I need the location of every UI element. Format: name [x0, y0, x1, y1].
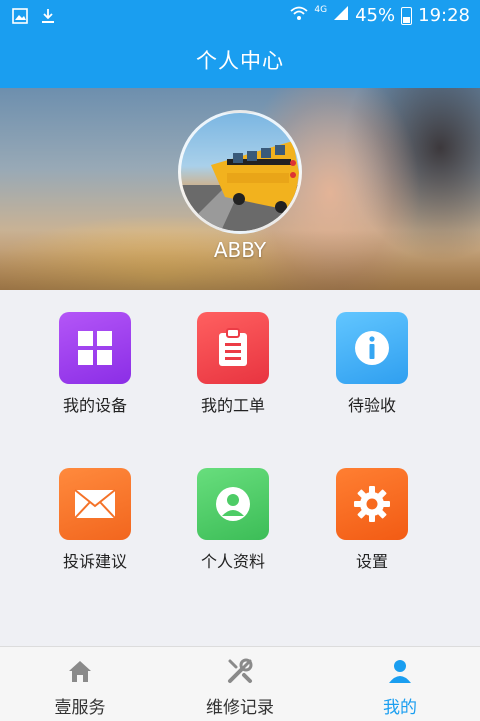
nav-tab-label: 我的: [383, 698, 417, 718]
menu-item-label: 待验收: [347, 396, 396, 415]
nav-tab-repair-records[interactable]: 维修记录: [160, 647, 320, 721]
menu-item-label: 我的工单: [200, 396, 265, 415]
network-type: 4G: [314, 4, 328, 15]
menu-item-my-devices[interactable]: 我的设备: [25, 312, 165, 416]
home-icon: [66, 657, 94, 685]
menu-item-settings[interactable]: 设置: [302, 468, 442, 572]
menu-item-label: 我的设备: [62, 396, 127, 415]
menu-item-my-orders[interactable]: 我的工单: [163, 312, 303, 416]
nav-tab-services[interactable]: 壹服务: [0, 647, 160, 721]
menu-item-label: 设置: [355, 552, 388, 571]
avatar[interactable]: [178, 110, 302, 234]
menu-item-label: 投诉建议: [62, 552, 127, 571]
grid-icon: [59, 312, 131, 384]
bottom-nav: 壹服务 维修记录 我的: [0, 646, 480, 721]
nav-tab-label: 壹服务: [54, 698, 106, 718]
status-bar: 4G 45% 19:28: [0, 0, 480, 34]
download-notification-icon: [40, 8, 56, 28]
wifi-icon: [290, 5, 308, 26]
info-icon: [336, 312, 408, 384]
menu-item-complaints[interactable]: 投诉建议: [25, 468, 165, 572]
battery-icon: [401, 6, 413, 25]
envelope-icon: [59, 468, 131, 540]
user-icon: [197, 468, 269, 540]
signal-icon: [333, 5, 349, 26]
clock: 19:28: [418, 5, 470, 26]
person-icon: [386, 657, 414, 685]
clipboard-icon: [197, 312, 269, 384]
nav-tab-label: 维修记录: [206, 698, 274, 718]
menu-grid: 我的设备 我的工单 待验收 投诉建议 个人资料 设置: [0, 290, 480, 646]
nav-tab-mine[interactable]: 我的: [320, 647, 480, 721]
gear-icon: [336, 468, 408, 540]
profile-banner: ABBY: [0, 88, 480, 290]
menu-item-label: 个人资料: [200, 552, 265, 571]
battery-percent: 45%: [355, 5, 396, 26]
username: ABBY: [213, 238, 267, 262]
menu-item-pending-acceptance[interactable]: 待验收: [302, 312, 442, 416]
menu-item-profile[interactable]: 个人资料: [163, 468, 303, 572]
tools-icon: [226, 657, 254, 685]
page-title: 个人中心: [0, 34, 480, 88]
image-notification-icon: [12, 8, 28, 28]
